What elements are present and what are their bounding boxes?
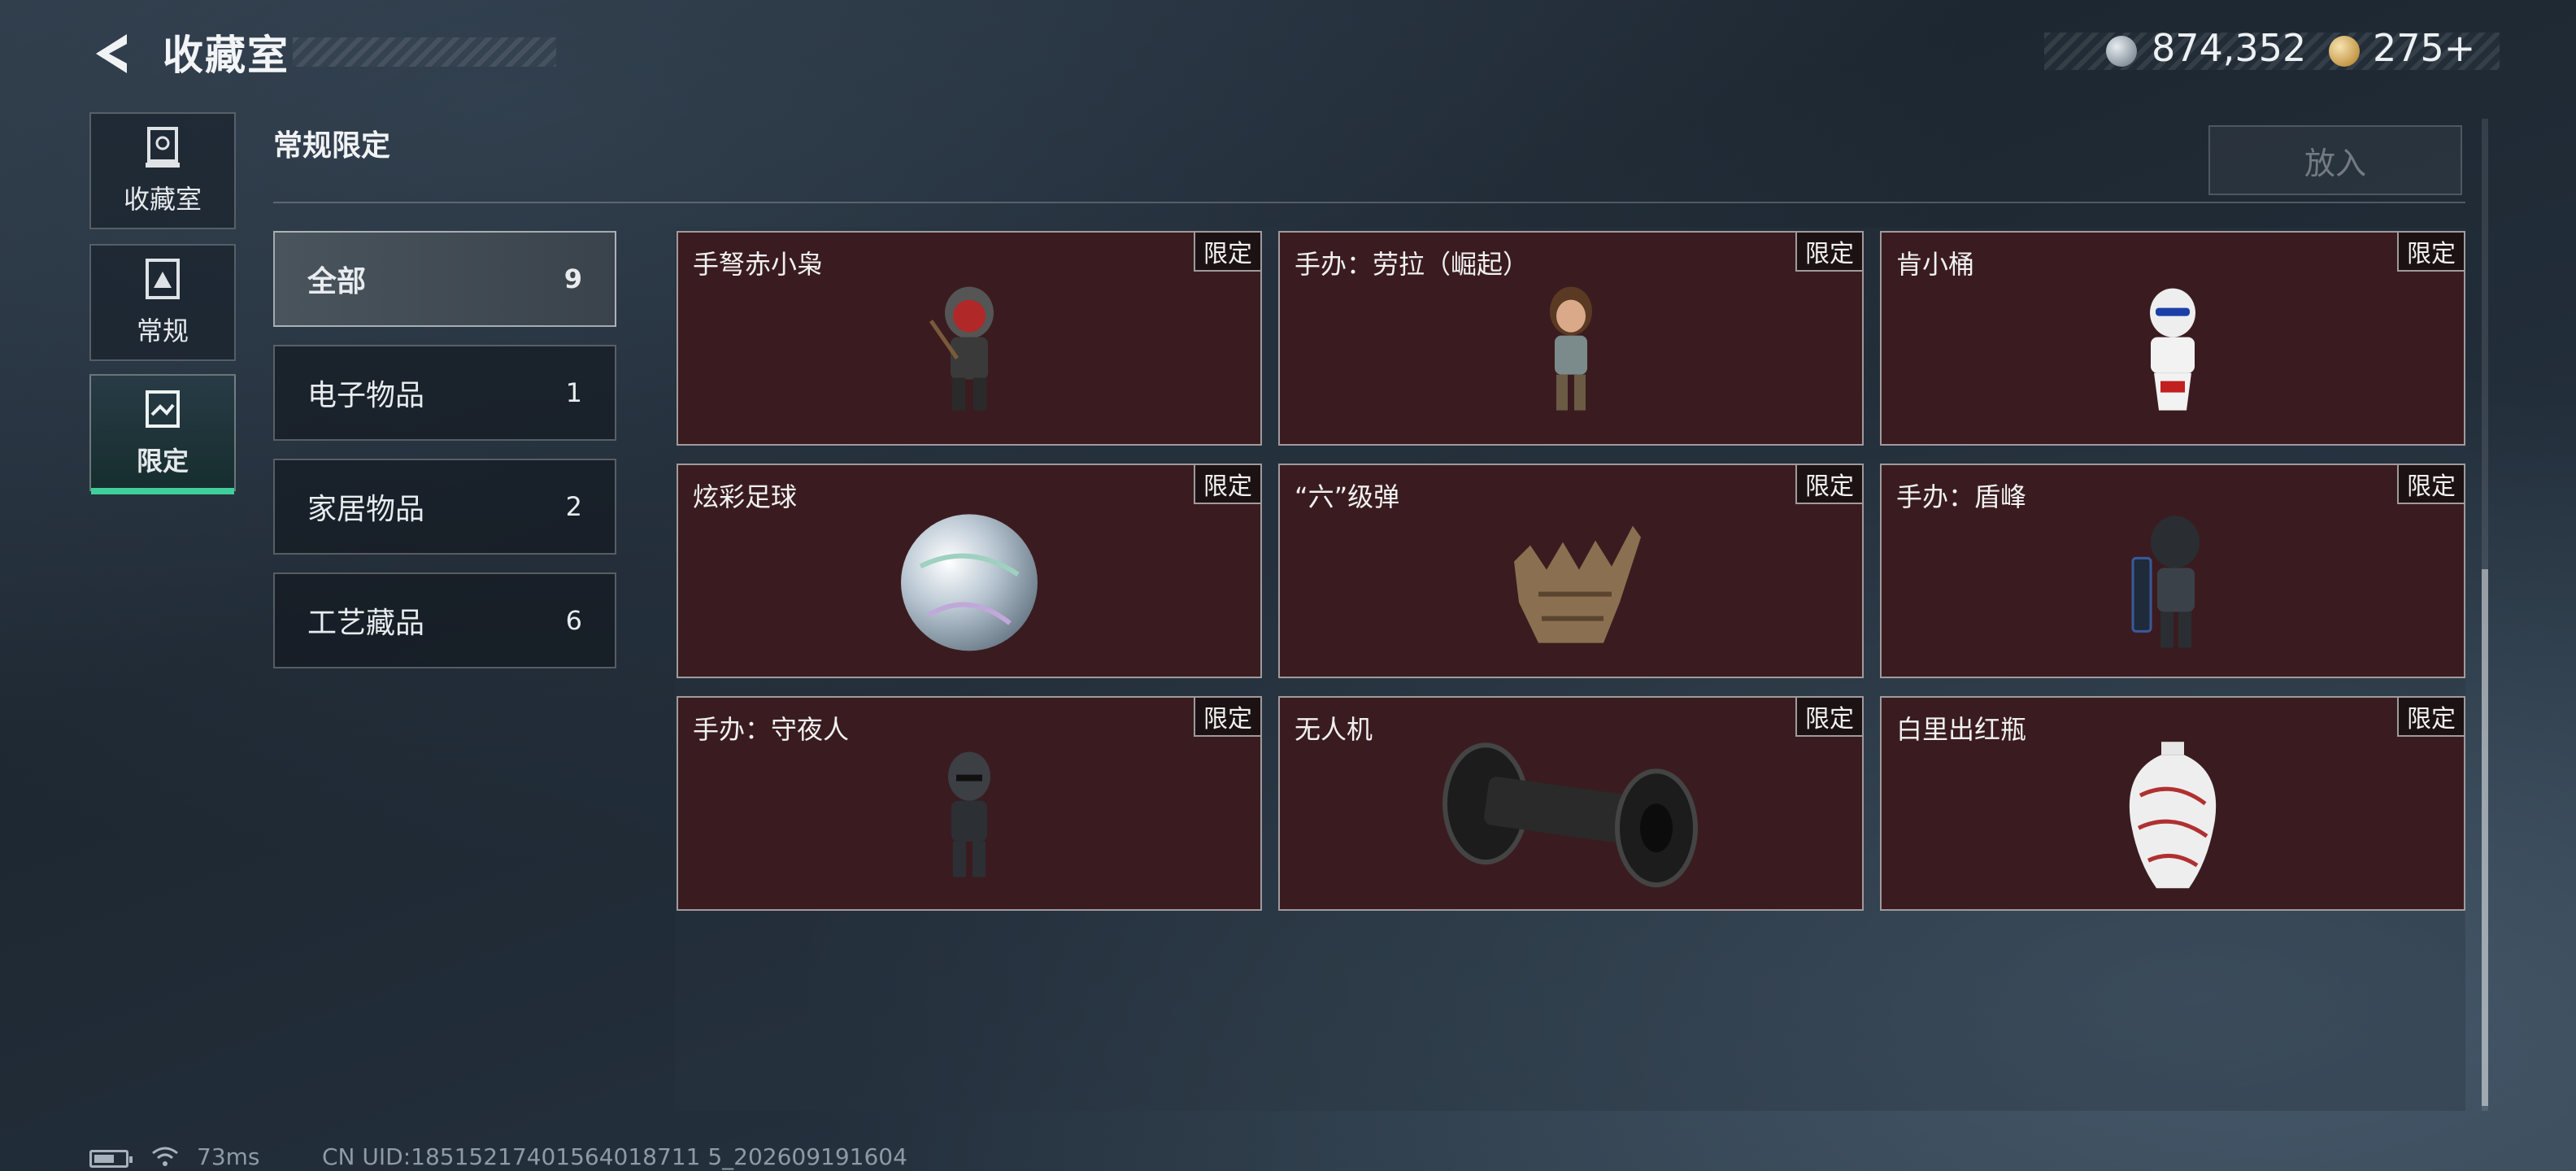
item-name: 白里出红瓶 [1896,714,2027,745]
uid-text: CN UID:18515217401564018711 5_2026091916… [322,1143,907,1170]
limited-badge: 限定 [1795,233,1862,272]
category-home[interactable]: 家居物品 2 [273,459,616,555]
item-name: 手办：盾峰 [1896,481,2027,512]
nav-tab-regular[interactable]: 常规 [89,244,236,361]
wifi-icon [152,1147,178,1166]
category-label: 家居物品 [307,493,425,526]
item-card[interactable]: 炫彩足球 限定 [677,464,1262,678]
nav-label: 常规 [136,316,189,346]
trophy-icon [146,127,180,168]
item-card[interactable]: 无人机 限定 [1278,696,1864,911]
item-name: 手弩赤小枭 [693,249,824,280]
drone-wheels-icon [1442,742,1698,888]
limited-badge: 限定 [1194,465,1260,504]
item-name: 炫彩足球 [693,481,798,512]
masked-figure-icon [948,751,990,877]
category-count: 2 [565,491,582,522]
limited-badge: 限定 [2397,233,2464,272]
divider [273,202,2465,203]
hooded-figure-icon [929,286,994,411]
limited-badge: 限定 [1795,465,1862,504]
scrollbar-thumb[interactable] [2482,569,2488,1106]
section-title: 常规限定 [273,129,391,163]
put-in-button[interactable]: 放入 [2208,125,2462,195]
ping-text: 73ms [197,1143,260,1170]
item-card[interactable]: 手办：劳拉（崛起） 限定 [1278,231,1864,446]
item-card[interactable]: 手弩赤小枭 限定 [677,231,1262,446]
item-card[interactable]: 手办：守夜人 限定 [677,696,1262,911]
back-arrow-icon[interactable] [88,29,137,78]
category-label: 工艺藏品 [307,607,425,640]
silver-amount: 874,352 [2152,26,2307,70]
limited-icon [146,390,180,428]
nav-tab-collection[interactable]: 收藏室 [89,112,236,229]
item-name: 手办：守夜人 [693,714,850,745]
limited-badge: 限定 [2397,465,2464,504]
item-name: 肯小桶 [1896,249,1975,280]
item-card[interactable]: 手办：盾峰 限定 [1880,464,2465,678]
card-icon [146,259,180,299]
category-count: 9 [564,263,582,294]
category-count: 1 [565,377,582,408]
explorer-figure-icon [1550,286,1592,411]
category-count: 6 [565,605,582,636]
item-card[interactable]: “六”级弹 限定 [1278,464,1864,678]
limited-badge: 限定 [2397,698,2464,737]
limited-badge: 限定 [1194,233,1260,272]
title-decoration [293,37,556,67]
item-name: 手办：劳拉（崛起） [1295,249,1530,280]
category-label: 全部 [307,265,367,298]
shield-soldier-icon [2131,516,2200,648]
nav-tab-limited[interactable]: 限定 [89,374,236,494]
porcelain-vase-icon [2129,742,2217,889]
item-card[interactable]: 肯小桶 限定 [1880,231,2465,446]
nav-label: 限定 [136,446,189,477]
hand-bullets-icon [1514,525,1641,643]
category-electronics[interactable]: 电子物品 1 [273,345,616,441]
gold-amount[interactable]: 275+ [2373,26,2475,70]
item-card[interactable]: 白里出红瓶 限定 [1880,696,2465,911]
item-name: 无人机 [1295,714,1373,745]
gold-coin-icon [2329,36,2360,67]
bucket-figure-icon [2150,288,2195,411]
battery-icon [89,1150,133,1168]
nav-label: 收藏室 [123,184,202,215]
category-label: 电子物品 [307,379,425,412]
page-title: 收藏室 [163,32,289,79]
limited-badge: 限定 [1194,698,1260,737]
category-all[interactable]: 全部 9 [273,231,616,327]
iridescent-ball-icon [901,514,1038,651]
item-name: “六”级弹 [1295,481,1400,512]
limited-badge: 限定 [1795,698,1862,737]
silver-coin-icon [2106,36,2137,67]
category-crafts[interactable]: 工艺藏品 6 [273,572,616,668]
